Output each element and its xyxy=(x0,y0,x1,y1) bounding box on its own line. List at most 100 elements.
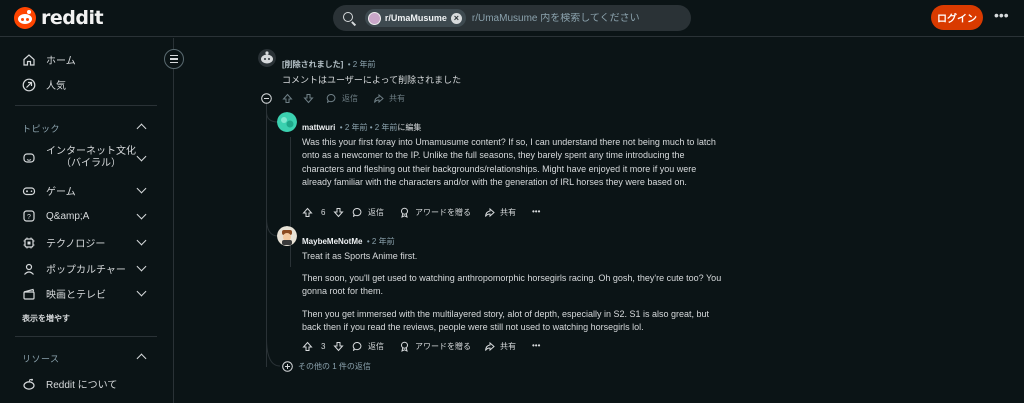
topics-heading[interactable]: トピック xyxy=(22,122,60,135)
sidebar-item-pop-culture[interactable]: ポップカルチャー xyxy=(22,261,126,276)
give-award-button[interactable]: アワードを贈る xyxy=(399,207,471,218)
search-icon xyxy=(343,11,355,25)
vote-count: 6 xyxy=(321,208,326,217)
share-label: 共有 xyxy=(500,342,516,351)
home-icon xyxy=(23,53,35,66)
edited-indicator: に編集 xyxy=(397,123,422,132)
chip-icon xyxy=(23,237,35,248)
subreddit-chip-label: r/UmaMusume xyxy=(384,13,447,23)
share-arrow-icon xyxy=(485,341,495,352)
top-bar: reddit r/UmaMusume × ログイン ••• xyxy=(0,0,1024,37)
more-options-icon[interactable]: ••• xyxy=(994,8,1009,24)
sidebar-item-label: ホーム xyxy=(46,56,76,67)
search-input[interactable] xyxy=(471,12,691,24)
sidebar-item-label: インターネット文化 xyxy=(46,146,136,157)
sidebar-item-label-line2: （バイラル） xyxy=(61,158,121,169)
chevron-up-icon[interactable] xyxy=(136,123,147,134)
comment-timestamp[interactable]: • 2 年前 xyxy=(348,60,376,69)
vote-controls: 6 xyxy=(302,207,345,218)
downvote-button[interactable] xyxy=(303,93,314,104)
sidebar-item-label: テクノロジー xyxy=(46,239,106,250)
user-avatar[interactable] xyxy=(277,226,297,246)
reply-label: 返信 xyxy=(368,208,384,217)
resources-heading[interactable]: リソース xyxy=(22,352,60,365)
upvote-icon[interactable] xyxy=(302,207,313,218)
share-button[interactable]: 共有 xyxy=(484,341,516,352)
reddit-snoo-icon xyxy=(14,7,36,29)
plus-circle-icon xyxy=(282,361,293,372)
reply-bubble-icon xyxy=(352,208,362,218)
upvote-icon[interactable] xyxy=(302,341,313,352)
comment-timestamp[interactable]: • 2 年前 xyxy=(367,237,395,246)
comment-body: コメントはユーザーによって削除されました xyxy=(282,75,462,85)
reply-button[interactable]: 返信 xyxy=(352,207,384,218)
sidebar-item-label: 人気 xyxy=(46,81,66,92)
comment-author[interactable]: [削除されました] xyxy=(282,60,343,69)
more-options-icon: ••• xyxy=(532,341,541,350)
left-sidebar: ホーム 人気 トピック インターネット文化 （バイラル） ゲーム ? Q&amp… xyxy=(0,38,174,403)
sidebar-item-movies-tv[interactable]: 映画とテレビ xyxy=(22,286,106,301)
deleted-user-avatar-icon xyxy=(258,49,276,67)
give-award-button[interactable]: アワードを贈る xyxy=(399,341,471,352)
subreddit-search-chip[interactable]: r/UmaMusume × xyxy=(364,9,466,27)
reddit-logo[interactable]: reddit xyxy=(14,7,104,29)
share-button[interactable]: 共有 xyxy=(484,207,516,218)
chevron-down-icon[interactable] xyxy=(136,286,147,297)
sidebar-item-technology[interactable]: テクノロジー xyxy=(22,235,105,250)
divider xyxy=(15,336,157,337)
chevron-up-icon[interactable] xyxy=(136,353,147,364)
comment-thread: [削除されました] • 2 年前 コメントはユーザーによって削除されました 返信… xyxy=(175,38,1024,403)
reply-bubble-icon xyxy=(352,342,362,352)
comment-author[interactable]: MaybeMeNotMe xyxy=(302,237,362,246)
sidebar-item-popular[interactable]: 人気 xyxy=(22,77,66,92)
share-arrow-icon xyxy=(374,93,384,104)
more-options-button[interactable]: ••• xyxy=(532,207,540,216)
downvote-icon[interactable] xyxy=(333,207,345,218)
star-person-icon xyxy=(24,263,34,275)
sidebar-item-internet-culture[interactable]: インターネット文化 （バイラル） xyxy=(22,146,136,170)
reply-button[interactable]: 返信 xyxy=(352,341,384,352)
reply-button[interactable]: 返信 xyxy=(326,93,358,104)
reddit-alien-icon xyxy=(23,378,35,390)
comment-paragraph: Treat it as Sports Anime first. xyxy=(302,251,418,261)
close-icon[interactable]: × xyxy=(450,12,462,24)
chevron-down-icon[interactable] xyxy=(136,235,147,246)
sidebar-item-qa[interactable]: ? Q&amp;A xyxy=(22,209,89,223)
show-more-link[interactable]: 表示を増やす xyxy=(22,313,70,324)
comment-timestamp[interactable]: • 2 年前 • 2 年前 xyxy=(340,123,398,132)
qa-bubble-icon: ? xyxy=(23,210,35,222)
minus-circle-icon xyxy=(261,93,272,104)
vote-controls: 3 xyxy=(302,341,345,352)
chevron-down-icon[interactable] xyxy=(136,209,147,220)
reply-label: 返信 xyxy=(368,342,384,351)
collapse-thread-button[interactable] xyxy=(261,93,272,104)
sidebar-item-about-reddit[interactable]: Reddit について xyxy=(22,376,117,391)
more-replies-label: その他の 1 件の返信 xyxy=(298,362,371,371)
chevron-down-icon[interactable] xyxy=(136,261,147,272)
comment-body: Was this your first foray into Umamusume… xyxy=(302,137,716,187)
share-arrow-icon xyxy=(485,207,495,218)
downvote-icon[interactable] xyxy=(333,341,345,352)
sidebar-item-gaming[interactable]: ゲーム xyxy=(22,183,76,198)
more-options-icon: ••• xyxy=(532,207,541,216)
vote-count: 3 xyxy=(321,342,326,351)
login-button[interactable]: ログイン xyxy=(931,5,983,30)
user-avatar[interactable] xyxy=(277,112,297,132)
share-label: 共有 xyxy=(389,94,405,103)
more-options-button[interactable]: ••• xyxy=(532,341,540,350)
clapperboard-icon xyxy=(23,288,35,300)
share-label: 共有 xyxy=(500,208,516,217)
upvote-icon xyxy=(282,93,293,103)
search-bar[interactable]: r/UmaMusume × xyxy=(333,5,691,31)
sidebar-item-home[interactable]: ホーム xyxy=(22,52,76,67)
comment-author[interactable]: mattwuri xyxy=(302,123,335,132)
upvote-button[interactable] xyxy=(282,93,293,104)
downvote-icon xyxy=(303,94,314,104)
svg-text:?: ? xyxy=(27,214,31,221)
share-button[interactable]: 共有 xyxy=(373,93,405,104)
reply-label: 返信 xyxy=(342,94,358,103)
chevron-down-icon[interactable] xyxy=(136,183,147,194)
reply-bubble-icon xyxy=(326,94,336,104)
more-replies-link[interactable]: その他の 1 件の返信 xyxy=(282,361,371,372)
chevron-down-icon[interactable] xyxy=(136,151,147,162)
